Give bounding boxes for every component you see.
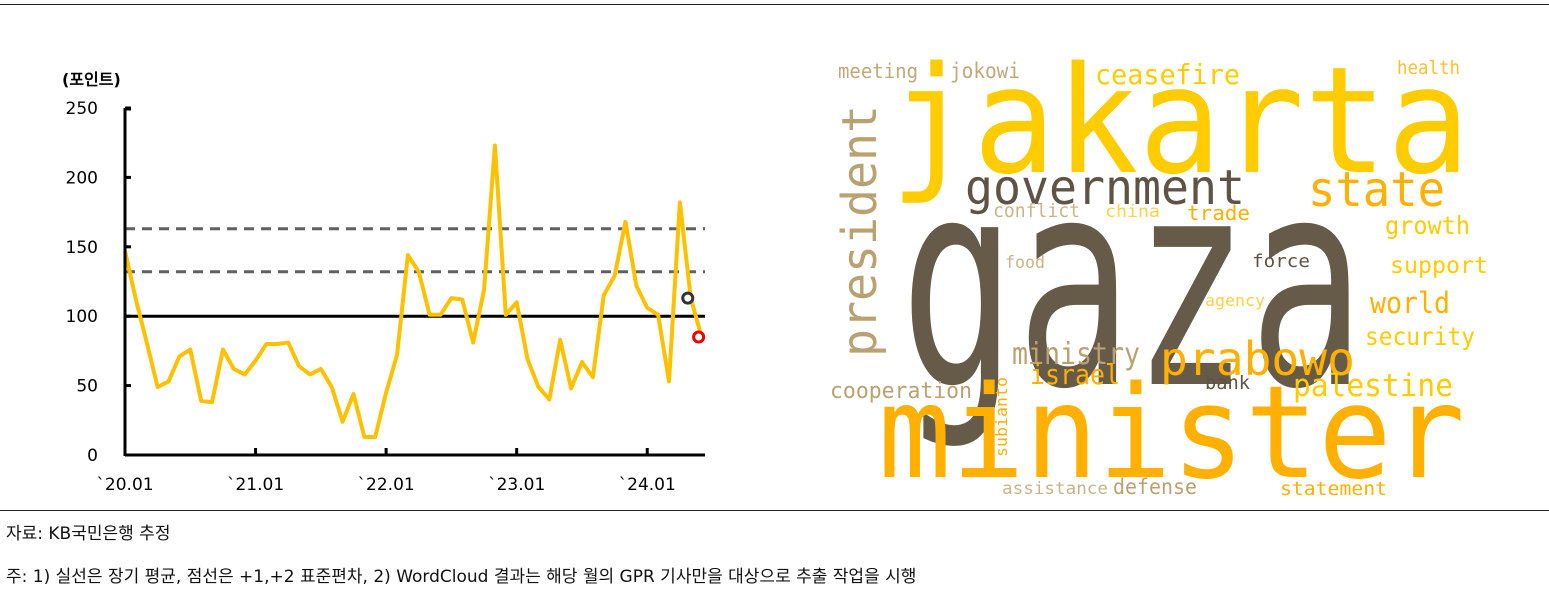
y-tick-label: 50 (76, 377, 98, 397)
word-growth: growth (1385, 210, 1470, 240)
word-trade: trade (1187, 201, 1250, 226)
word-president: president (832, 105, 888, 357)
word-china: china (1105, 201, 1160, 222)
word-defense: defense (1113, 475, 1197, 500)
word-israel: israel (1030, 358, 1120, 392)
word-health: health (1397, 56, 1460, 79)
word-jokowi: jokowi (950, 59, 1020, 84)
word-meeting: meeting (838, 59, 918, 84)
x-tick-label: `20.01 (96, 475, 153, 495)
y-tick-label: 250 (66, 99, 98, 119)
source-note: 자료: KB국민은행 추정 (6, 524, 171, 544)
word-security: security (1365, 321, 1475, 351)
word-jakarta: jakarta (890, 34, 1470, 207)
y-tick-label: 150 (66, 238, 98, 258)
series-line (123, 143, 704, 439)
x-tick-label: `22.01 (358, 475, 415, 495)
x-tick-label: `21.01 (227, 475, 284, 495)
highlight-marker (692, 330, 706, 344)
word-gaza: gaza (900, 117, 1365, 453)
word-support: support (1390, 252, 1488, 279)
word-conflict: conflict (993, 199, 1080, 222)
word-government: government (965, 160, 1245, 217)
word-palestine: palestine (1293, 367, 1453, 404)
gpr-line-chart: 0 50 100 150 200 250 `20.01 `21.01 `22.01 `23.01… (66, 99, 706, 495)
word-agency: agency (1205, 291, 1265, 311)
word-statement: statement (1280, 477, 1387, 500)
word-subianto: subianto (992, 377, 1011, 457)
word-assistance: assistance (1002, 478, 1108, 499)
word-world: world (1370, 286, 1450, 321)
word-food: food (1005, 252, 1045, 273)
x-tick-label: `23.01 (488, 475, 545, 495)
word-state: state (1308, 162, 1445, 219)
word-ministry: ministry (1012, 336, 1140, 372)
word-bank: bank (1205, 371, 1250, 394)
word-ceasefire: ceasefire (1095, 58, 1240, 92)
y-tick-label: 100 (66, 307, 98, 327)
footnote: 주: 1) 실선은 장기 평균, 점선은 +1,+2 표준편차, 2) Word… (6, 567, 917, 587)
bottom-rule (0, 510, 1549, 511)
word-minister: minister (878, 358, 1465, 508)
word-prabowo: prabowo (1160, 332, 1355, 387)
word-force: force (1252, 250, 1310, 272)
x-tick-label: `24.01 (619, 475, 676, 495)
y-tick-label: 0 (87, 446, 98, 466)
y-tick-label: 200 (66, 168, 98, 188)
word-cooperation: cooperation (830, 379, 972, 405)
highlight-marker (681, 291, 695, 305)
